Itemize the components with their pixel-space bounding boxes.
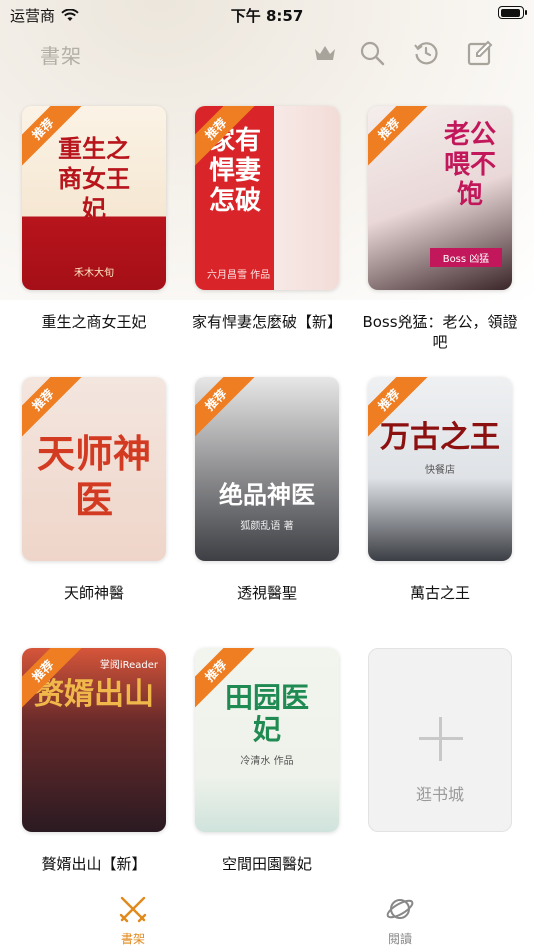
book-cover[interactable]: 万古之王 快餐店 推荐 — [368, 377, 512, 561]
book-title: 透視醫聖 — [236, 584, 297, 602]
search-icon[interactable] — [357, 38, 387, 68]
battery-icon — [498, 6, 527, 19]
cover-title: 万古之王 — [380, 420, 500, 455]
cover-title: 天师神医 — [36, 431, 151, 522]
book-item[interactable]: 万古之王 快餐店 推荐 萬古之王 — [368, 377, 512, 603]
book-title: Boss兇猛：老公，領證吧 — [362, 313, 518, 351]
planet-icon — [386, 899, 414, 919]
tab-bar: 書架 閱讀 — [0, 888, 534, 950]
book-title: 家有悍妻怎麼破【新】 — [191, 313, 342, 331]
book-cover[interactable]: 赘婿出山 掌阅iReader 推荐 — [22, 648, 166, 832]
cover-subtitle: Boss 凶猛 — [430, 248, 502, 267]
tab-label: 閱讀 — [387, 932, 412, 946]
cover-subtitle: 狐颜乱语 著 — [240, 521, 294, 532]
book-item[interactable]: 天师神医 推荐 天師神醫 — [22, 377, 166, 603]
cover-subtitle: 禾木大旬 — [74, 268, 114, 279]
clock: 下午 8:57 — [230, 7, 304, 25]
nav-bar: 書架 — [0, 32, 534, 76]
cover-subtitle: 冷清水 作品 — [240, 756, 294, 767]
book-cover[interactable]: 天师神医 推荐 — [22, 377, 166, 561]
page-title: 書架 — [40, 44, 82, 68]
cover-subtitle: 快餐店 — [425, 465, 455, 476]
book-cover[interactable]: 田园医妃 冷清水 作品 推荐 — [195, 648, 339, 832]
tab-bookshelf[interactable]: 書架 — [93, 894, 173, 947]
status-bar: 运营商 下午 8:57 — [0, 0, 534, 28]
book-cover[interactable]: 家有悍妻怎破 六月昌雪 作品 推荐 — [195, 106, 339, 290]
edit-icon[interactable] — [465, 38, 495, 68]
book-item[interactable]: 田园医妃 冷清水 作品 推荐 空間田園醫妃 — [195, 648, 339, 874]
cover-title: 重生之商女王妃 — [58, 134, 130, 223]
recommend-badge: 推荐 — [195, 377, 256, 440]
book-title: 天師神醫 — [63, 584, 124, 602]
book-title: 重生之商女王妃 — [41, 313, 147, 331]
browse-store-button[interactable]: 逛书城 — [368, 648, 512, 832]
book-item[interactable]: 赘婿出山 掌阅iReader 推荐 贅婿出山【新】 — [22, 648, 166, 874]
book-item[interactable]: 家有悍妻怎破 六月昌雪 作品 推荐 家有悍妻怎麼破【新】 — [192, 106, 342, 332]
book-title: 贅婿出山【新】 — [41, 855, 147, 873]
cover-subtitle: 六月昌雪 作品 — [207, 270, 271, 281]
book-item[interactable]: 绝品神医 狐颜乱语 著 推荐 透視醫聖 — [195, 377, 339, 603]
cover-title: 绝品神医 — [219, 480, 315, 509]
bookshelf-icon — [119, 896, 147, 923]
book-title: 空間田園醫妃 — [221, 855, 312, 873]
book-cover[interactable]: 重生之商女王妃 禾木大旬 推荐 — [22, 106, 166, 290]
book-title: 萬古之王 — [409, 584, 470, 602]
plus-icon-vertical — [439, 717, 442, 761]
cover-title: 田园医妃 — [224, 681, 309, 746]
book-item[interactable]: 重生之商女王妃 禾木大旬 推荐 重生之商女王妃 — [22, 106, 166, 332]
tab-reading[interactable]: 閱讀 — [360, 894, 440, 947]
crown-icon[interactable] — [310, 38, 340, 68]
book-cover[interactable]: 老公喂不饱 Boss 凶猛 推荐 — [368, 106, 512, 290]
browse-store-label: 逛书城 — [415, 785, 464, 804]
book-cover[interactable]: 绝品神医 狐颜乱语 著 推荐 — [195, 377, 339, 561]
book-item[interactable]: 老公喂不饱 Boss 凶猛 推荐 Boss兇猛：老公，領證吧 — [362, 106, 518, 352]
history-icon[interactable] — [411, 38, 441, 68]
tab-label: 書架 — [120, 932, 145, 946]
cover-subtitle: 掌阅iReader — [99, 660, 158, 671]
